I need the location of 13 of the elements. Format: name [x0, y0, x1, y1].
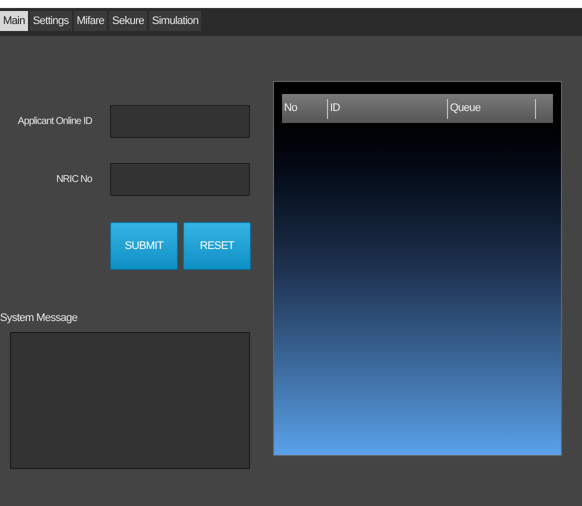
input-field[interactable]	[110, 163, 250, 196]
tab[interactable]: Sekure	[109, 11, 148, 31]
tab[interactable]: Main	[0, 11, 28, 31]
field-label: Applicant Online ID	[16, 115, 94, 129]
tab[interactable]: Simulation	[149, 11, 202, 31]
system-message-label: System Message	[0, 311, 78, 326]
input-field[interactable]	[110, 105, 250, 138]
tab[interactable]: Mifare	[74, 11, 108, 31]
field-label: NRIC No	[55, 173, 94, 187]
column-header[interactable]: Queue	[447, 98, 535, 118]
column-header[interactable]: No	[282, 98, 327, 118]
column-header[interactable]: ID	[327, 98, 447, 118]
tab[interactable]: Settings	[30, 11, 72, 31]
